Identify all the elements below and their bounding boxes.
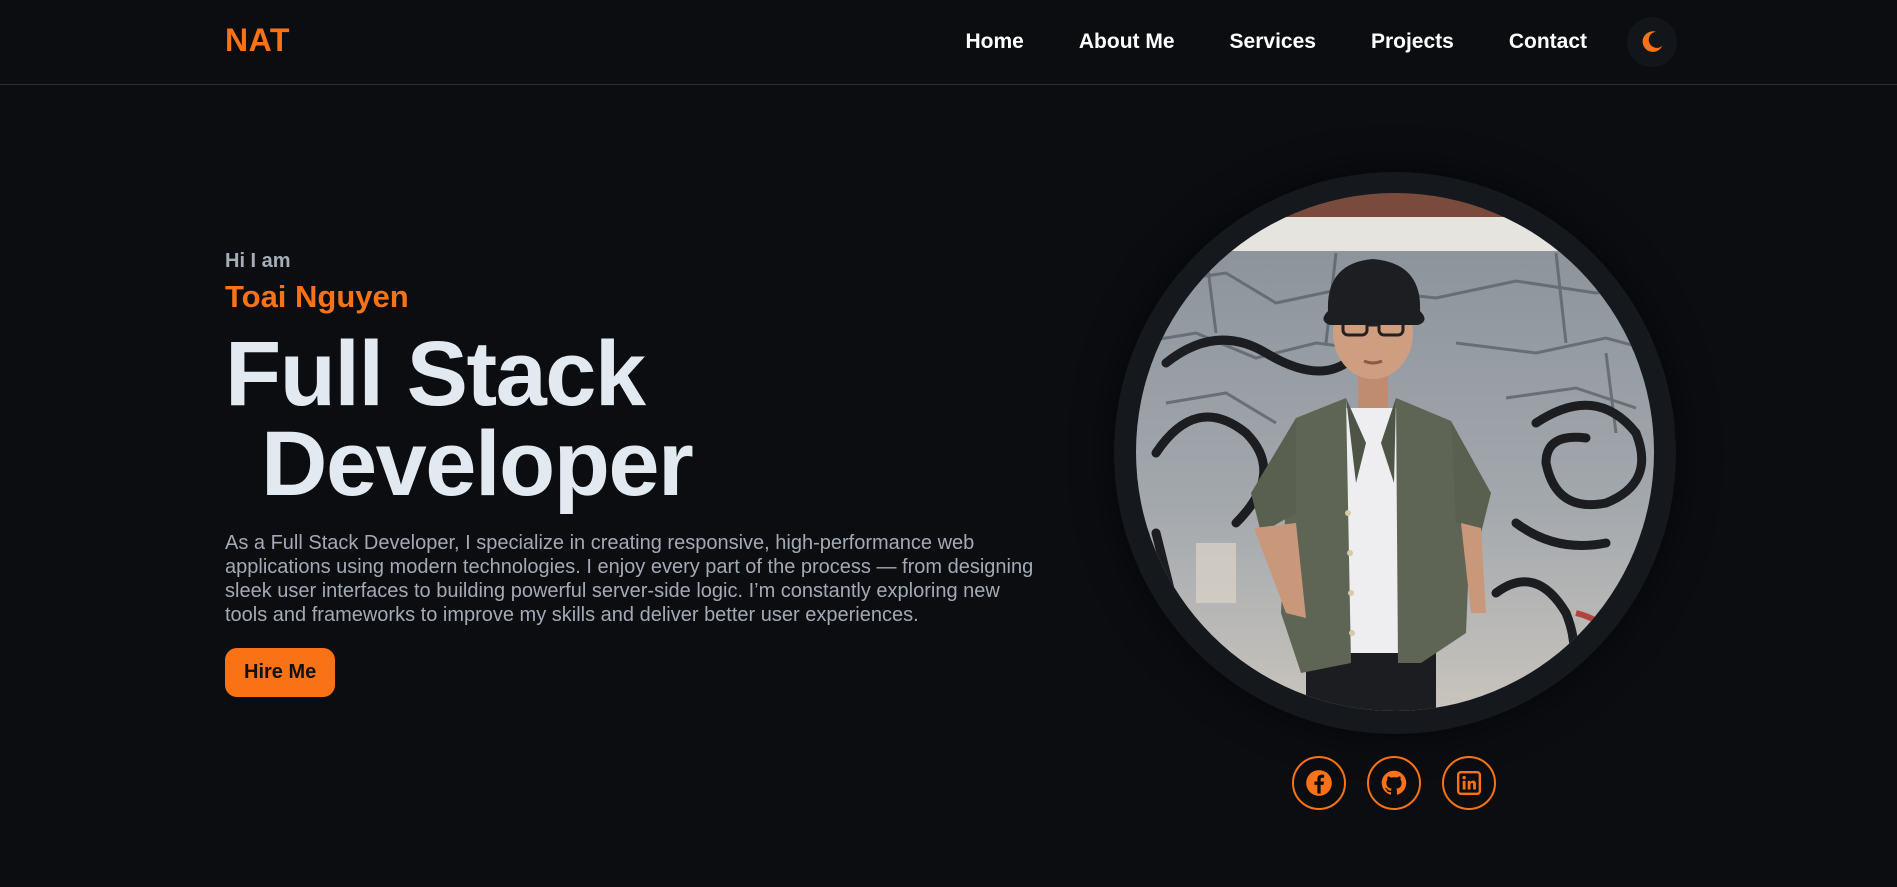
linkedin-icon (1456, 770, 1482, 796)
nav-link-projects[interactable]: Projects (1371, 30, 1454, 54)
hero-title: Full Stack Developer (225, 328, 1045, 515)
site-logo[interactable]: NAT (225, 22, 290, 59)
nav-link-home[interactable]: Home (966, 30, 1024, 54)
hero-section: Hi I am Toai Nguyen Full Stack Developer… (225, 250, 1045, 697)
facebook-link[interactable] (1292, 756, 1346, 810)
greeting-text: Hi I am (225, 250, 291, 272)
theme-toggle-button[interactable] (1627, 17, 1677, 67)
github-link[interactable] (1367, 756, 1421, 810)
facebook-icon (1306, 770, 1332, 796)
hire-me-button[interactable]: Hire Me (225, 648, 336, 697)
hero-name: Toai Nguyen (225, 279, 409, 314)
main-menu: Home About Me Services Projects Contact (966, 0, 1587, 84)
top-navbar: NAT Home About Me Services Projects Cont… (0, 0, 1897, 85)
linkedin-link[interactable] (1442, 756, 1496, 810)
profile-photo-illustration (1136, 193, 1654, 711)
moon-icon (1642, 31, 1663, 52)
hero-title-line2: Developer (261, 413, 694, 515)
nav-link-services[interactable]: Services (1230, 30, 1316, 54)
social-links (1292, 756, 1496, 810)
nav-link-about-me[interactable]: About Me (1079, 30, 1175, 54)
profile-photo (1136, 193, 1654, 711)
hero-description: As a Full Stack Developer, I specialize … (225, 532, 1034, 626)
nav-link-contact[interactable]: Contact (1509, 30, 1587, 54)
hero-title-line1: Full Stack (225, 323, 646, 425)
profile-photo-frame (1114, 172, 1676, 734)
github-icon (1381, 770, 1407, 795)
